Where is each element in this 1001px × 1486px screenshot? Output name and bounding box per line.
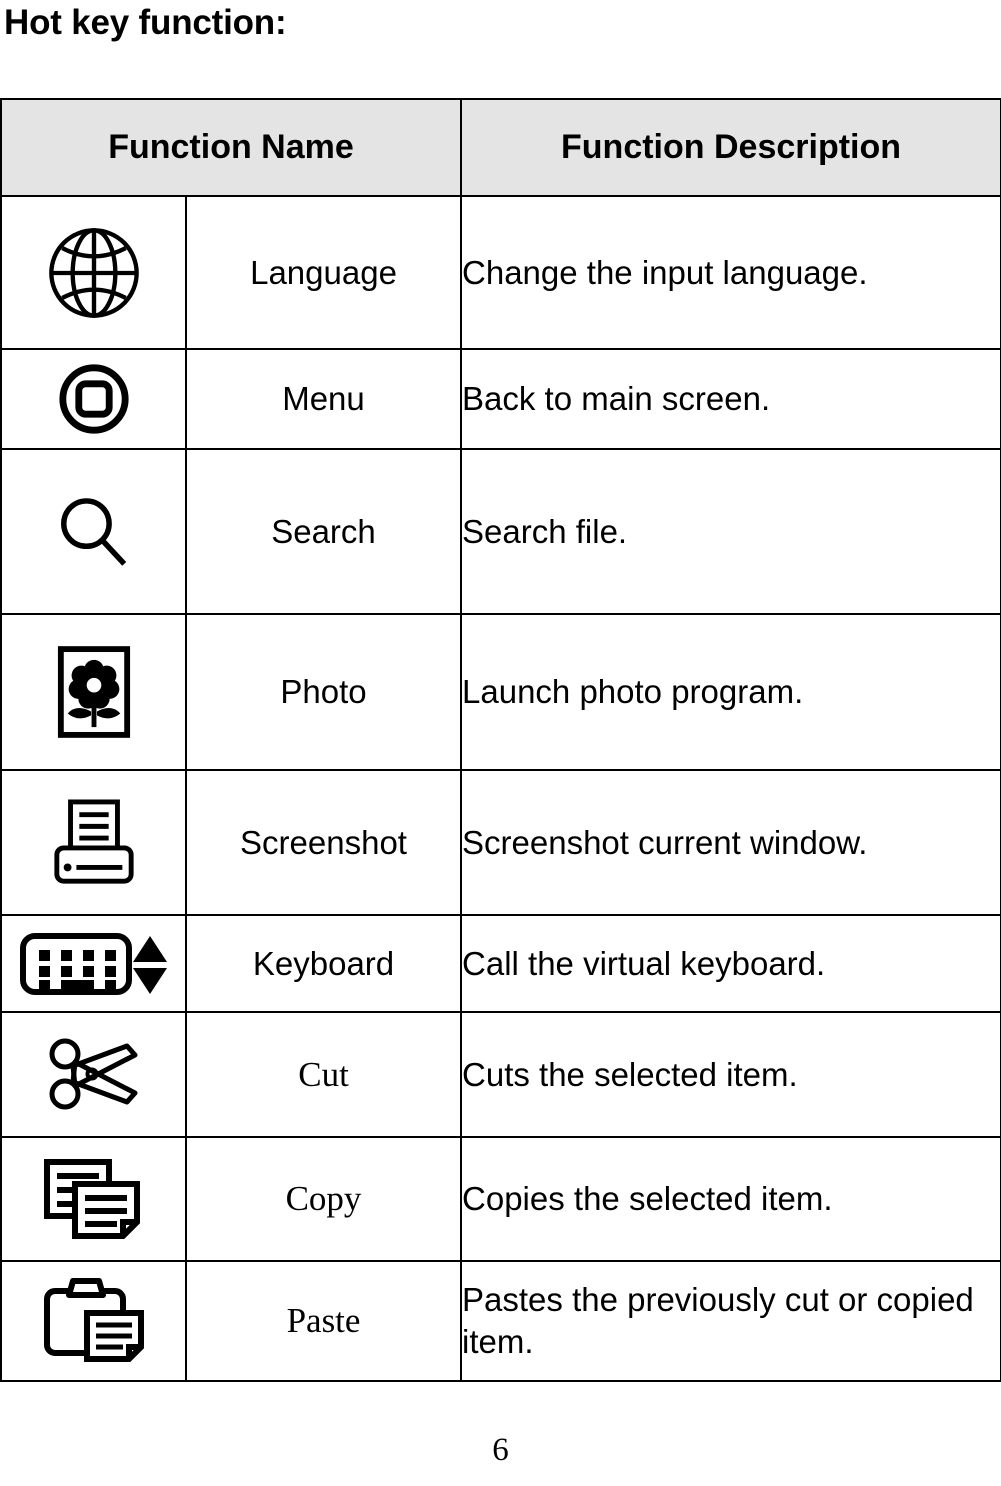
documents-stack-icon — [41, 1156, 147, 1242]
function-description-paste: Pastes the previously cut or copied item… — [460, 1260, 1001, 1382]
home-circle-icon — [56, 361, 132, 437]
clipboard-document-icon — [39, 1275, 149, 1367]
table-row: Menu Back to main screen. — [0, 348, 1001, 450]
keyboard-arrows-icon — [19, 928, 169, 1000]
icon-cell-keyboard — [0, 914, 187, 1013]
page-title: Hot key function: — [4, 3, 287, 42]
framed-flower-icon — [55, 643, 133, 741]
function-name-cut: Cut — [184, 1011, 463, 1138]
globe-icon — [42, 221, 146, 325]
table-row: Language Change the input language. — [0, 195, 1001, 350]
icon-cell-screenshot — [0, 769, 187, 916]
function-name-search: Search — [184, 448, 463, 615]
function-description-menu: Back to main screen. — [460, 348, 1001, 450]
function-name-language: Language — [184, 195, 463, 350]
icon-cell-cut — [0, 1011, 187, 1138]
function-description-keyboard: Call the virtual keyboard. — [460, 914, 1001, 1013]
icon-cell-search — [0, 448, 187, 615]
scissors-icon — [43, 1036, 145, 1114]
function-name-menu: Menu — [184, 348, 463, 450]
table-row: Keyboard Call the virtual keyboard. — [0, 914, 1001, 1013]
function-description-language: Change the input language. — [460, 195, 1001, 350]
function-description-photo: Launch photo program. — [460, 613, 1001, 771]
function-description-cut: Cuts the selected item. — [460, 1011, 1001, 1138]
table-row: Paste Pastes the previously cut or copie… — [0, 1260, 1001, 1382]
function-name-paste: Paste — [184, 1260, 463, 1382]
page-number: 6 — [492, 1432, 509, 1468]
function-name-keyboard: Keyboard — [184, 914, 463, 1013]
table-row: Screenshot Screenshot current window. — [0, 769, 1001, 916]
function-description-copy: Copies the selected item. — [460, 1136, 1001, 1262]
column-header-function-description: Function Description — [460, 98, 1001, 197]
icon-cell-copy — [0, 1136, 187, 1262]
table-row: Search Search file. — [0, 448, 1001, 615]
function-name-copy: Copy — [184, 1136, 463, 1262]
icon-cell-photo — [0, 613, 187, 771]
function-name-screenshot: Screenshot — [184, 769, 463, 916]
table-row: Cut Cuts the selected item. — [0, 1011, 1001, 1138]
icon-cell-language — [0, 195, 187, 350]
function-description-search: Search file. — [460, 448, 1001, 615]
icon-cell-menu — [0, 348, 187, 450]
function-description-screenshot: Screenshot current window. — [460, 769, 1001, 916]
column-header-function-name: Function Name — [0, 98, 463, 197]
icon-cell-paste — [0, 1260, 187, 1382]
printer-document-icon — [50, 797, 138, 889]
hotkey-function-table: Function Name Function Description Langu… — [0, 98, 1001, 1382]
table-row: Copy Copies the selected item. — [0, 1136, 1001, 1262]
function-name-photo: Photo — [184, 613, 463, 771]
table-row: Photo Launch photo program. — [0, 613, 1001, 771]
magnifier-icon — [52, 490, 136, 574]
table-header-row: Function Name Function Description — [0, 98, 1001, 197]
